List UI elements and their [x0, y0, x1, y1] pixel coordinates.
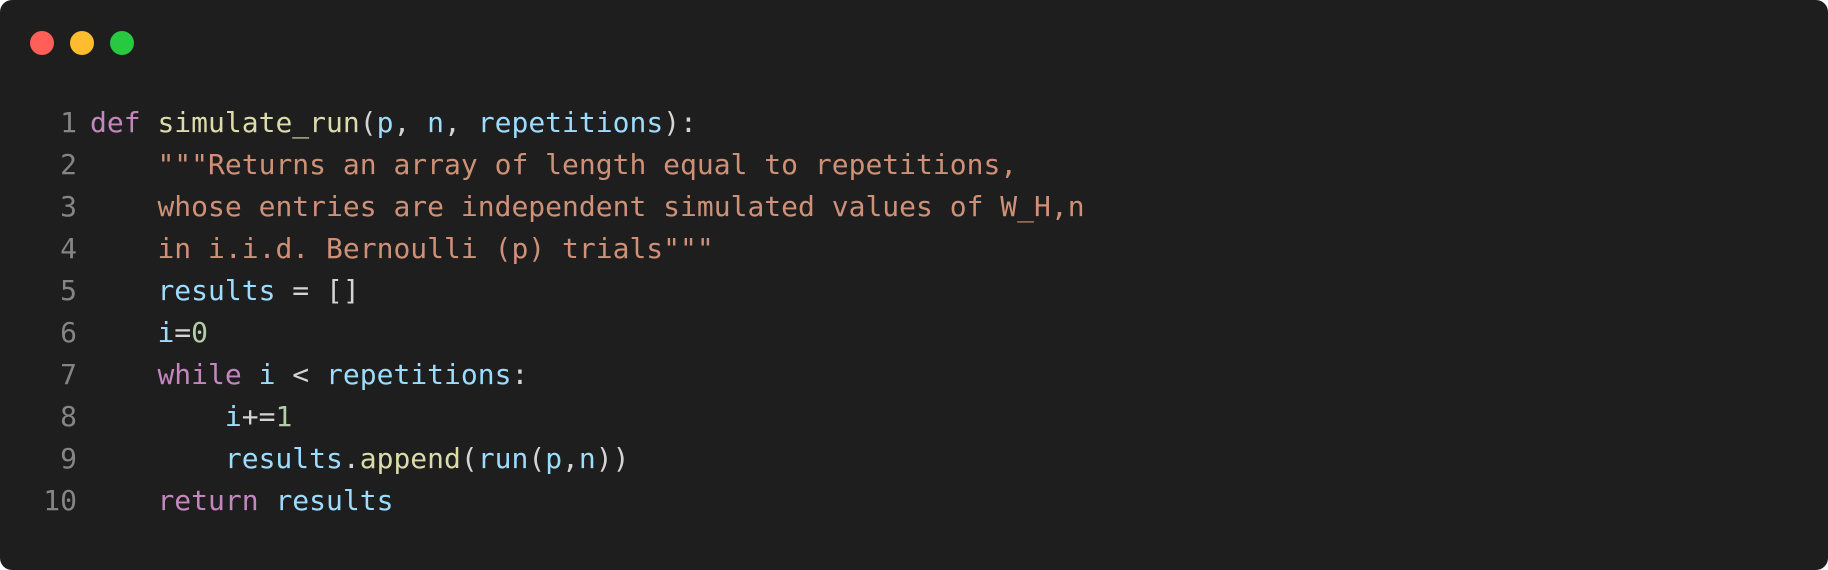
code-token: repetitions	[477, 106, 664, 139]
code-line: 2 """Returns an array of length equal to…	[0, 144, 1828, 186]
line-number: 4	[60, 232, 77, 265]
line-number: 8	[60, 400, 77, 433]
code-token: while	[157, 358, 242, 391]
code-line: 9 results.append(run(p,n))	[0, 438, 1828, 480]
code-token: ,	[444, 106, 478, 139]
code-token: """Returns an array of length equal to r…	[157, 148, 1018, 181]
code-token: def	[90, 106, 141, 139]
code-token: (	[359, 106, 377, 139]
code-token: 0	[191, 316, 209, 349]
code-token: (	[528, 442, 546, 475]
line-content: results.append(run(p,n))	[90, 438, 630, 480]
code-token: return	[157, 484, 259, 517]
code-token: results	[275, 484, 394, 517]
line-content: i+=1	[90, 396, 292, 438]
line-content: while i < repetitions:	[90, 354, 528, 396]
code-token: run	[477, 442, 529, 475]
code-token: = []	[275, 274, 360, 307]
code-token: 1	[275, 400, 293, 433]
line-number: 7	[60, 358, 77, 391]
line-number: 3	[60, 190, 77, 223]
line-content: in i.i.d. Bernoulli (p) trials"""	[90, 228, 714, 270]
line-content: results = []	[90, 270, 360, 312]
code-line: 5 results = []	[0, 270, 1828, 312]
line-number: 5	[60, 274, 77, 307]
code-line: 10 return results	[0, 480, 1828, 522]
code-token: (	[460, 442, 478, 475]
code-line: 8 i+=1	[0, 396, 1828, 438]
code-line: 7 while i < repetitions:	[0, 354, 1828, 396]
code-token: :	[511, 358, 529, 391]
code-token: p	[376, 106, 394, 139]
code-token: repetitions	[326, 358, 512, 391]
code-line: 1 def simulate_run(p, n, repetitions):	[0, 102, 1828, 144]
line-number: 6	[60, 316, 77, 349]
code-token: results	[157, 274, 276, 307]
line-content: return results	[90, 480, 393, 522]
code-token: n	[427, 106, 445, 139]
code-token: +=	[241, 400, 276, 433]
code-token: p	[545, 442, 563, 475]
code-token: <	[275, 358, 327, 391]
code-token: i	[224, 400, 242, 433]
line-number: 9	[60, 442, 77, 475]
line-number: 10	[43, 484, 77, 517]
line-content: whose entries are independent simulated …	[90, 186, 1085, 228]
code-token: ):	[663, 106, 697, 139]
code-token: ))	[595, 442, 630, 475]
line-content: """Returns an array of length equal to r…	[90, 144, 1017, 186]
code-token: ,	[562, 442, 579, 475]
code-token: whose entries are independent simulated …	[157, 190, 1085, 223]
code-token: n	[578, 442, 596, 475]
code-block[interactable]: 1 def simulate_run(p, n, repetitions): 2 "…	[0, 102, 1828, 522]
code-token: in i.i.d. Bernoulli (p) trials"""	[157, 232, 714, 265]
code-line: 4 in i.i.d. Bernoulli (p) trials"""	[0, 228, 1828, 270]
code-window: 1 def simulate_run(p, n, repetitions): 2 "…	[0, 0, 1828, 570]
code-token: =	[174, 316, 192, 349]
zoom-window-button[interactable]	[110, 31, 134, 55]
line-content: def simulate_run(p, n, repetitions):	[90, 102, 697, 144]
code-token: ,	[393, 106, 428, 139]
code-token: i	[157, 316, 175, 349]
code-token: simulate_run	[157, 106, 360, 139]
line-number: 2	[60, 148, 77, 181]
code-token: append	[359, 442, 461, 475]
minimize-window-button[interactable]	[70, 31, 94, 55]
code-token: .	[342, 442, 360, 475]
code-token: i	[258, 358, 276, 391]
line-number: 1	[60, 106, 77, 139]
line-content: i=0	[90, 312, 208, 354]
code-line: 3 whose entries are independent simulate…	[0, 186, 1828, 228]
code-line: 6 i=0	[0, 312, 1828, 354]
code-token: results	[224, 442, 343, 475]
close-window-button[interactable]	[30, 31, 54, 55]
